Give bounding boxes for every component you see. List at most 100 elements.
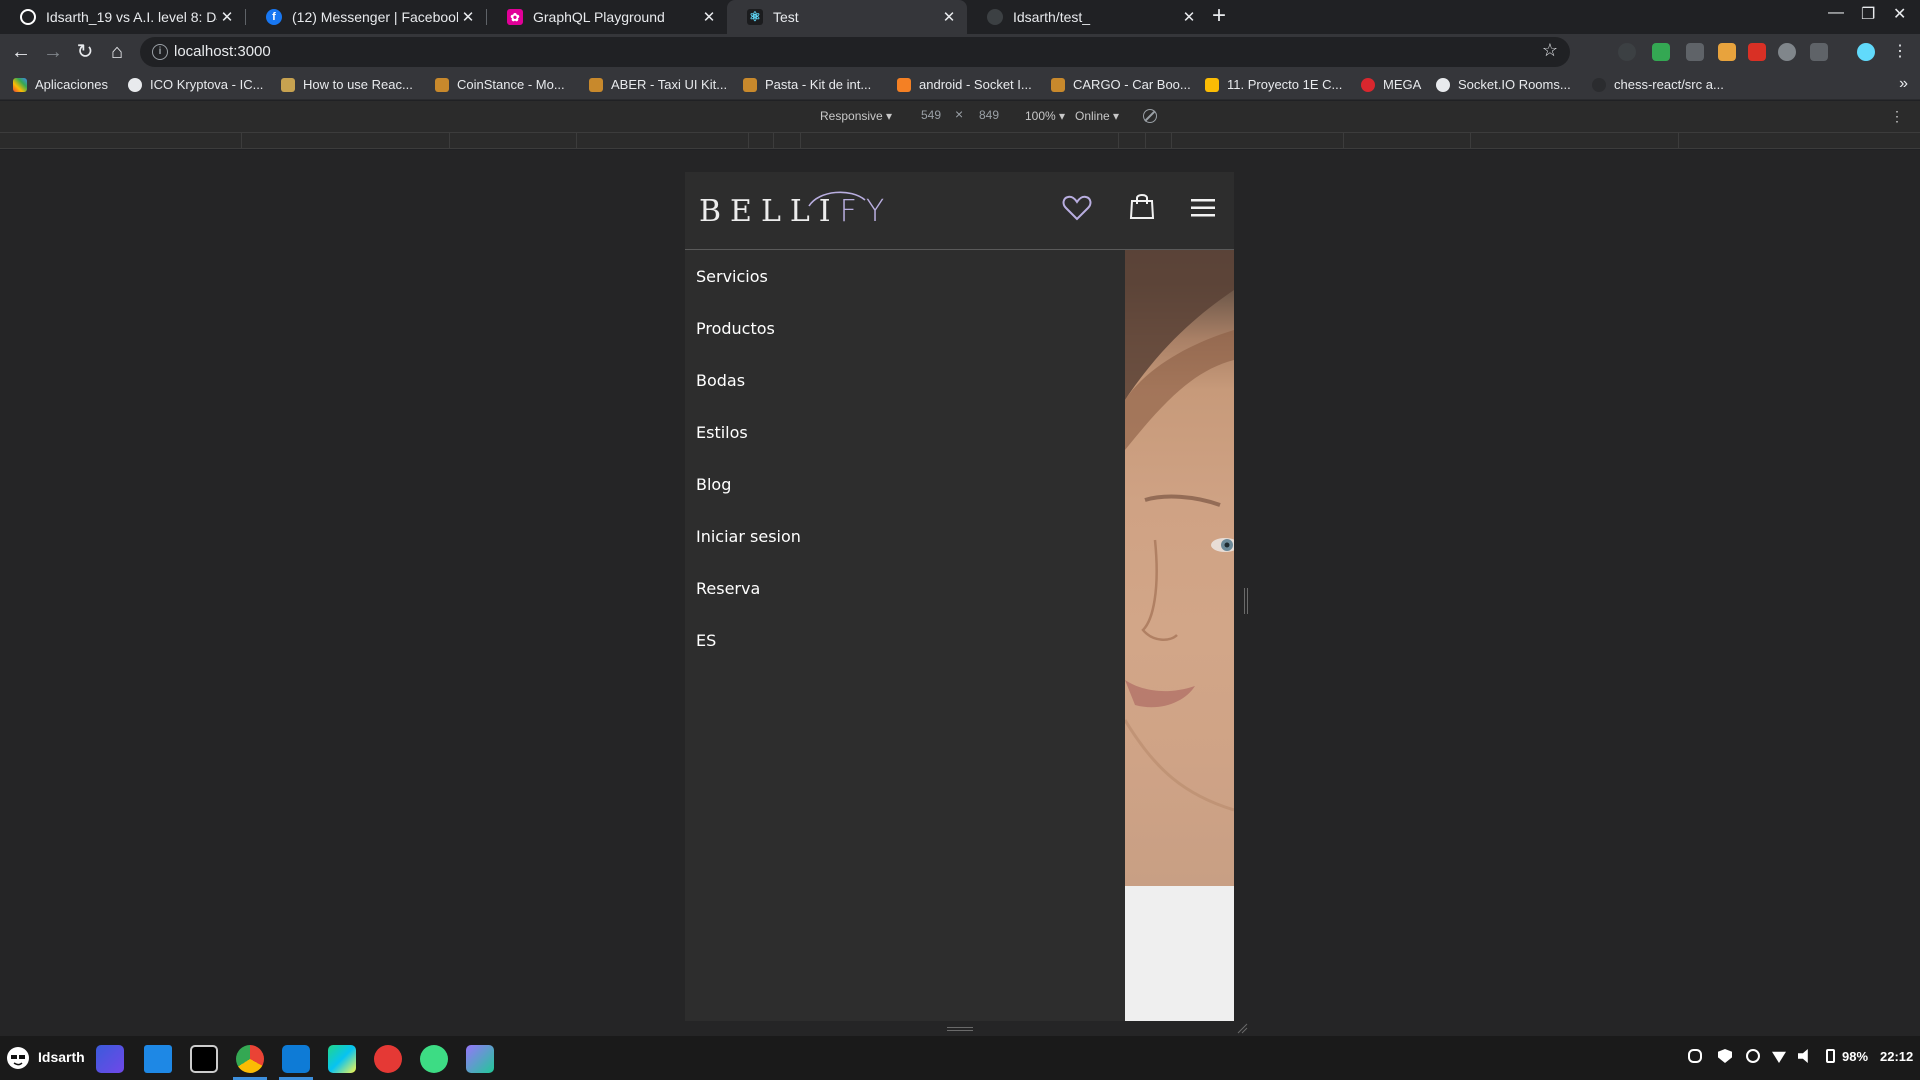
bookmark-item[interactable]: chess-react/src a... (1592, 77, 1724, 92)
back-icon[interactable]: ← (9, 40, 33, 64)
user-avatar-icon[interactable] (6, 1046, 30, 1070)
heart-icon[interactable] (1062, 194, 1092, 222)
side-menu: Servicios Productos Bodas Estilos Blog I… (685, 250, 1125, 1021)
resize-handle-right[interactable] (1244, 588, 1248, 614)
tab-github[interactable]: Idsarth/test_ ✕ (967, 0, 1207, 34)
vscode-icon[interactable] (282, 1045, 310, 1073)
address-bar[interactable]: i localhost:3000 ☆ (140, 37, 1570, 67)
device-options-icon[interactable]: ⋮ (1890, 108, 1904, 125)
app-icon[interactable] (374, 1045, 402, 1073)
volume-icon[interactable] (1798, 1049, 1808, 1063)
bookmark-item[interactable]: CoinStance - Mo... (435, 77, 565, 92)
bookmark-favicon-icon (435, 77, 449, 92)
extension-icon[interactable] (1718, 43, 1736, 61)
resize-handle-bottom[interactable] (947, 1027, 973, 1031)
menu-item-language[interactable]: ES (696, 631, 716, 650)
page-content-placeholder (1125, 886, 1234, 1021)
menu-item-reserva[interactable]: Reserva (696, 579, 760, 598)
tab-title: Idsarth_19 vs A.I. level 8: D40 ( (46, 9, 217, 25)
zoom-select[interactable]: 100% ▾ (1025, 109, 1065, 123)
site-header: BELLIFY (685, 172, 1234, 250)
android-studio-icon[interactable] (420, 1045, 448, 1073)
tab-test[interactable]: ⚛ Test ✕ (727, 0, 967, 34)
shield-icon[interactable] (1718, 1049, 1732, 1063)
close-icon[interactable]: ✕ (458, 8, 478, 26)
forward-icon[interactable]: → (41, 40, 65, 64)
bookmark-item[interactable]: ICO Kryptova - IC... (128, 77, 263, 92)
chess-icon (20, 9, 36, 25)
tab-chess[interactable]: Idsarth_19 vs A.I. level 8: D40 ( ✕ (0, 0, 245, 34)
bookmark-item[interactable]: Pasta - Kit de int... (743, 77, 871, 92)
react-devtools-icon[interactable] (1857, 43, 1875, 61)
more-bookmarks-icon[interactable]: » (1899, 75, 1908, 93)
extension-icon[interactable] (1748, 43, 1766, 61)
close-icon[interactable]: ✕ (699, 8, 719, 26)
extension-icon[interactable] (1778, 43, 1796, 61)
hamburger-menu-icon[interactable] (1190, 197, 1216, 219)
home-icon[interactable]: ⌂ (105, 40, 129, 64)
restore-icon[interactable]: ❐ (1861, 4, 1875, 24)
bookmark-apps[interactable]: Aplicaciones (13, 77, 108, 92)
bookmark-item[interactable]: How to use Reac... (281, 77, 413, 92)
taskbar-clock[interactable]: 22:12 (1880, 1049, 1913, 1064)
menu-item-servicios[interactable]: Servicios (696, 267, 768, 286)
extension-icon[interactable] (1652, 43, 1670, 61)
url-text[interactable]: localhost:3000 (174, 43, 271, 60)
chrome-icon[interactable] (236, 1045, 264, 1073)
extension-icon[interactable] (1618, 43, 1636, 61)
menu-item-productos[interactable]: Productos (696, 319, 775, 338)
close-window-icon[interactable]: ✕ (1893, 4, 1906, 24)
taskbar-username: Idsarth (38, 1049, 85, 1065)
drive-icon (1205, 77, 1219, 92)
launcher-icon[interactable] (96, 1045, 124, 1073)
width-input[interactable]: 549 (921, 108, 941, 122)
reload-icon[interactable]: ↻ (73, 40, 97, 64)
close-icon[interactable]: ✕ (217, 8, 237, 26)
minimize-icon[interactable]: — (1828, 4, 1844, 22)
bookmark-favicon-icon (1051, 77, 1065, 92)
height-input[interactable]: 849 (979, 108, 999, 122)
extension-icon[interactable] (1686, 43, 1704, 61)
files-icon[interactable] (144, 1045, 172, 1073)
bookmark-item[interactable]: ABER - Taxi UI Kit... (589, 77, 727, 92)
terminal-icon[interactable] (190, 1045, 218, 1073)
device-viewport: BELLIFY Servicios Productos Bodas Estilo… (685, 172, 1234, 1021)
menu-item-estilos[interactable]: Estilos (696, 423, 748, 442)
extension-icon[interactable] (1810, 43, 1828, 61)
close-icon[interactable]: ✕ (939, 8, 959, 26)
tab-title: Idsarth/test_ (1013, 9, 1091, 25)
new-tab-button[interactable]: + (1212, 2, 1226, 30)
bookmark-star-icon[interactable]: ☆ (1542, 40, 1558, 61)
viewport-stage: BELLIFY Servicios Productos Bodas Estilo… (0, 150, 1920, 1036)
network-throttle-select[interactable]: Online ▾ (1075, 109, 1119, 123)
shopping-bag-icon[interactable] (1129, 192, 1155, 220)
site-info-icon[interactable]: i (152, 44, 168, 60)
bookmark-item[interactable]: android - Socket I... (897, 77, 1032, 92)
bookmark-item[interactable]: 11. Proyecto 1E C... (1205, 77, 1342, 92)
menu-item-bodas[interactable]: Bodas (696, 371, 745, 390)
datagrip-icon[interactable] (466, 1045, 494, 1073)
bookmark-item[interactable]: MEGA (1361, 77, 1421, 92)
tab-graphql[interactable]: ✿ GraphQL Playground ✕ (487, 0, 727, 34)
tab-title: Test (773, 9, 799, 25)
wifi-icon[interactable] (1772, 1051, 1786, 1063)
github-icon (1592, 77, 1606, 92)
rotate-icon[interactable] (1143, 109, 1157, 123)
battery-icon[interactable] (1826, 1049, 1835, 1063)
clock-icon[interactable] (1746, 1049, 1760, 1063)
os-taskbar: Idsarth 98% 22:12 (0, 1036, 1920, 1080)
tab-messenger[interactable]: f (12) Messenger | Facebook ✕ (246, 0, 486, 34)
bookmark-item[interactable]: CARGO - Car Boo... (1051, 77, 1191, 92)
device-select[interactable]: Responsive ▾ (820, 109, 892, 123)
menu-item-blog[interactable]: Blog (696, 475, 731, 494)
bluetooth-icon[interactable] (1688, 1049, 1702, 1063)
bookmark-item[interactable]: Socket.IO Rooms... (1436, 77, 1571, 92)
resize-corner-icon[interactable] (1236, 1022, 1248, 1034)
battery-percent: 98% (1842, 1049, 1869, 1064)
close-icon[interactable]: ✕ (1179, 8, 1199, 26)
media-query-ruler[interactable] (0, 133, 1920, 149)
browser-menu-icon[interactable]: ⋮ (1888, 40, 1912, 64)
logo-arc-icon (808, 191, 866, 207)
menu-item-iniciar-sesion[interactable]: Iniciar sesion (696, 527, 801, 546)
webstorm-icon[interactable] (328, 1045, 356, 1073)
